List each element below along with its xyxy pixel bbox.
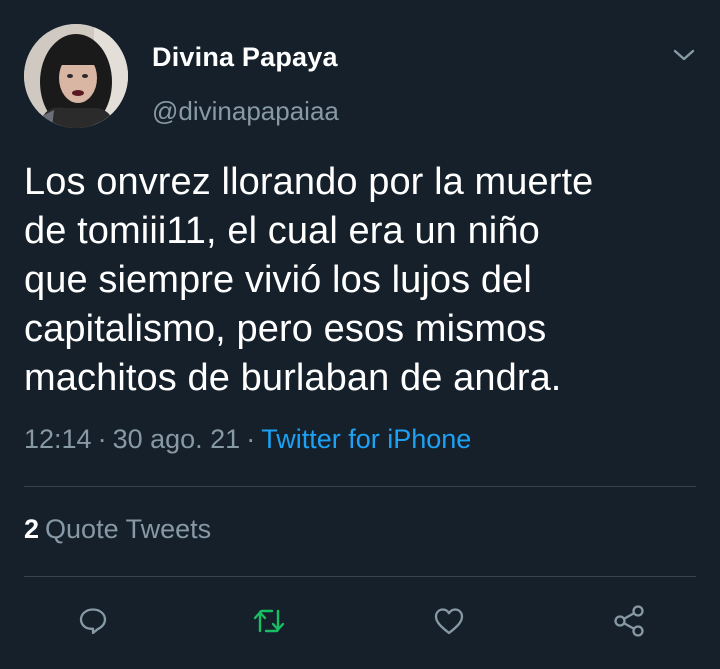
avatar[interactable] [24,24,128,128]
author-display-name[interactable]: Divina Papaya [152,42,338,73]
share-icon [614,605,644,637]
author-handle[interactable]: @divinapapaiaa [152,96,339,127]
tweet-detail: Divina Papaya @divinapapaiaa Los onvrez … [0,0,720,669]
quote-label: Quote Tweets [45,514,212,544]
reply-icon [79,608,107,635]
meta-separator: · [246,424,256,454]
retweet-icon [253,609,285,633]
divider [24,486,696,487]
tweet-date[interactable]: 30 ago. 21 [113,424,241,454]
meta-separator: · [97,424,107,454]
tweet-text: Los onvrez llorando por la muerte de tom… [24,161,594,399]
reply-button[interactable] [71,599,115,643]
tweet-source-link[interactable]: Twitter for iPhone [261,424,471,454]
quote-tweets-stat[interactable]: 2 Quote Tweets [24,514,211,545]
avatar-image [24,24,128,128]
share-button[interactable] [607,599,651,643]
chevron-down-icon[interactable] [670,44,698,66]
quote-count: 2 [24,514,40,544]
heart-icon [434,608,464,635]
tweet-time[interactable]: 12:14 [24,424,92,454]
like-button[interactable] [427,599,471,643]
retweet-button[interactable] [247,599,291,643]
tweet-metadata: 12:14 · 30 ago. 21 · Twitter for iPhone [24,424,471,455]
divider [24,576,696,577]
